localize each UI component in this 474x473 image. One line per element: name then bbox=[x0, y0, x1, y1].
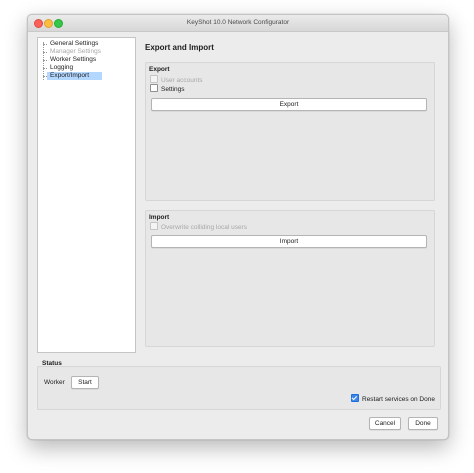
configurator-window: KeyShot 10.0 Network Configurator Genera… bbox=[27, 14, 449, 440]
page-title: Export and Import bbox=[145, 43, 214, 52]
title-bar[interactable]: KeyShot 10.0 Network Configurator bbox=[28, 15, 448, 32]
checkbox-box bbox=[150, 75, 158, 83]
settings-checkbox[interactable]: Settings bbox=[150, 84, 185, 93]
import-group: Import Overwrite colliding local users I… bbox=[145, 210, 435, 347]
tree-item-general-settings[interactable]: General Settings bbox=[42, 40, 101, 48]
tree-item-manager-settings: Manager Settings bbox=[43, 48, 104, 56]
start-worker-button[interactable]: Start bbox=[71, 376, 99, 389]
checkbox-box[interactable] bbox=[150, 84, 158, 92]
tree-item-export-import[interactable]: Export/Import bbox=[43, 72, 102, 80]
checkbox-checked[interactable] bbox=[351, 394, 359, 402]
export-group: Export User accounts Settings Export bbox=[145, 62, 435, 201]
overwrite-users-label: Overwrite colliding local users bbox=[161, 224, 247, 231]
user-accounts-label: User accounts bbox=[161, 77, 203, 84]
import-group-title: Import bbox=[149, 214, 170, 221]
cancel-button[interactable]: Cancel bbox=[369, 417, 401, 430]
export-button[interactable]: Export bbox=[151, 98, 427, 111]
worker-label: Worker bbox=[44, 379, 65, 386]
tree-item-worker-settings[interactable]: Worker Settings bbox=[42, 56, 99, 64]
settings-label: Settings bbox=[161, 86, 185, 93]
checkbox-box bbox=[150, 222, 158, 230]
export-group-title: Export bbox=[149, 66, 170, 73]
restart-services-label: Restart services on Done bbox=[362, 396, 435, 403]
settings-tree: General Settings Manager Settings Worker… bbox=[37, 37, 136, 353]
done-button[interactable]: Done bbox=[408, 417, 438, 430]
import-button[interactable]: Import bbox=[151, 235, 427, 248]
status-group: Worker Start Restart services on Done bbox=[37, 366, 441, 410]
tree-connector bbox=[43, 42, 44, 80]
restart-services-checkbox[interactable]: Restart services on Done bbox=[351, 394, 435, 403]
window-title: KeyShot 10.0 Network Configurator bbox=[186, 19, 290, 26]
overwrite-users-checkbox: Overwrite colliding local users bbox=[150, 222, 247, 231]
user-accounts-checkbox: User accounts bbox=[150, 75, 203, 84]
tree-item-logging[interactable]: Logging bbox=[42, 64, 76, 72]
